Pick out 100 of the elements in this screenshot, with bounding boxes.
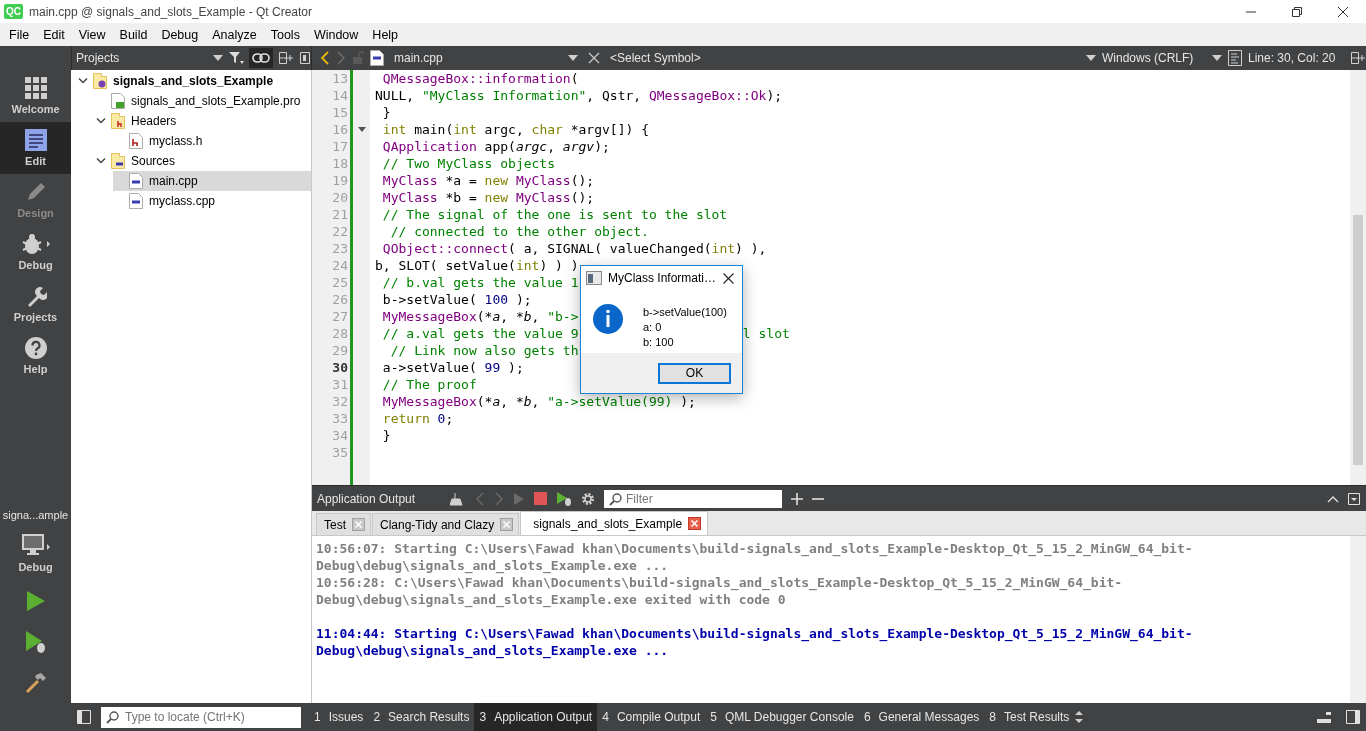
chevron-up-icon[interactable] [1327,494,1339,503]
line-number: 28 [331,325,348,342]
dropdown-caret-icon[interactable] [568,55,578,61]
close-pane-icon[interactable] [299,51,311,65]
ok-button[interactable]: OK [658,362,731,384]
locator-field[interactable]: Type to locate (Ctrl+K) [101,706,301,728]
output-pane-button[interactable]: 8 Test Results [984,703,1075,731]
mode-button[interactable]: Projects [0,278,71,330]
chevron-icon[interactable] [96,117,106,125]
monitor-icon [20,533,51,557]
line-number: 13 [331,70,348,87]
menu-item[interactable]: Debug [154,27,206,42]
mode-button[interactable]: Edit [0,122,71,174]
code-line: // The signal of the one is sent to the slot [381,206,728,223]
fold-marker-icon[interactable] [357,127,366,132]
menu-item[interactable]: Window [306,27,366,42]
line-number: 19 [331,172,348,189]
close-icon[interactable] [1337,5,1349,18]
hammer-icon[interactable] [24,672,47,694]
output-pane-button[interactable]: 1 Issues [309,703,369,731]
plus-icon[interactable] [791,492,803,505]
clear-icon[interactable] [450,491,466,506]
code-line: int main(int argc, char *argv[]) { [381,121,649,138]
menu-item[interactable]: Help [365,27,406,42]
menu-item[interactable]: View [71,27,113,42]
output-pane-button[interactable]: 2 Search Results [368,703,475,731]
tree-item[interactable]: myclass.cpp [113,191,311,211]
tree-item[interactable]: signals_and_slots_Example.pro [95,91,311,111]
split-icon[interactable] [1350,51,1366,65]
output-tab[interactable]: Clang-Tidy and Clazy [372,513,520,535]
line-number: 34 [331,427,348,444]
menu-item[interactable]: Analyze [205,27,264,42]
line-number: 31 [331,376,348,393]
code-line: MyClass *a = new MyClass(); [381,172,595,189]
code-line: QApplication app(argc, argv); [381,138,610,155]
chevron-icon[interactable] [96,157,106,165]
output-pane-button[interactable]: 3 Application Output [474,703,598,731]
chevron-icon[interactable] [78,77,88,85]
debug-run-icon[interactable] [24,630,47,654]
link-icon[interactable] [249,48,273,68]
menu-item[interactable]: Tools [263,27,307,42]
file-icon [129,193,143,209]
code-line: // The proof [381,376,477,393]
scrollbar-thumb[interactable] [1353,215,1363,465]
output-tab[interactable]: Test [316,513,371,535]
close-pane-icon[interactable] [1348,492,1360,505]
search-icon [609,492,622,506]
code-line: QMessageBox::information( [381,70,579,87]
run-icon[interactable] [25,590,46,612]
sidebar-toggle-icon[interactable] [1346,710,1360,724]
code-line: // Link now also gets th [389,342,579,359]
mode-button[interactable]: Help [0,330,71,382]
mode-button[interactable]: Welcome [0,70,71,122]
dropdown-caret-icon[interactable] [213,55,223,61]
restore-icon[interactable] [1291,5,1303,18]
line-ending-selector[interactable]: Windows (CRLF) [1102,51,1206,65]
code-line: MyMessageBox(*a, *b, "a->setValue(99) ); [381,393,696,410]
filter-field[interactable]: Filter [604,489,782,508]
line-number: 29 [331,342,348,359]
menu-item[interactable]: Build [112,27,155,42]
line-number: 21 [331,206,348,223]
up-down-arrows-icon[interactable] [1074,711,1085,723]
close-icon[interactable] [723,272,734,284]
line-number: 27 [331,308,348,325]
output-pane-button[interactable]: 5 QML Debugger Console [705,703,859,731]
tree-item[interactable]: main.cpp [113,171,311,191]
dropdown-caret-icon[interactable] [1086,55,1096,61]
menu-item[interactable]: Edit [36,27,72,42]
output-pane-button[interactable]: 6 General Messages [858,703,985,731]
split-icon[interactable] [278,51,294,65]
document-selector[interactable]: main.cpp [394,51,562,65]
code-line: b, SLOT( setValue(int) ) ) [374,257,579,274]
tree-item[interactable]: signals_and_slots_Example [77,71,311,91]
symbol-selector[interactable]: <Select Symbol> [610,51,1080,65]
code-line: // b.val gets the value 1 [381,274,579,291]
tree-item[interactable]: myclass.h [113,131,311,151]
file-icon [111,93,125,109]
kit-selector[interactable]: Debug [0,525,71,581]
mode-button[interactable]: Debug [0,226,71,278]
window-icon [586,271,602,285]
dialog-message: b->setValue(100) a: 0 b: 100 [643,305,727,350]
debug-run-icon[interactable] [556,491,572,506]
code-line: } [381,427,391,444]
close-document-icon[interactable] [588,52,600,64]
dropdown-caret-icon[interactable] [1212,55,1222,61]
gear-icon[interactable] [581,491,595,506]
sidebar-toggle-icon[interactable] [77,710,91,724]
document-icon [1228,50,1242,66]
output-pane-button[interactable]: 4 Compile Output [597,703,706,731]
folder-icon [111,153,125,169]
line-number: 16 [331,121,348,138]
line-number: 20 [331,189,348,206]
output-tab[interactable]: signals_and_slots_Example [520,511,709,535]
line-number: 32 [331,393,348,410]
filter-icon[interactable] [228,51,244,65]
cursor-position[interactable]: Line: 30, Col: 20 [1248,51,1344,65]
pane-selector[interactable]: Projects [76,51,208,65]
tree-item[interactable]: Sources [95,151,311,171]
tree-item[interactable]: Headers [95,111,311,131]
menu-item[interactable]: File [2,27,37,42]
